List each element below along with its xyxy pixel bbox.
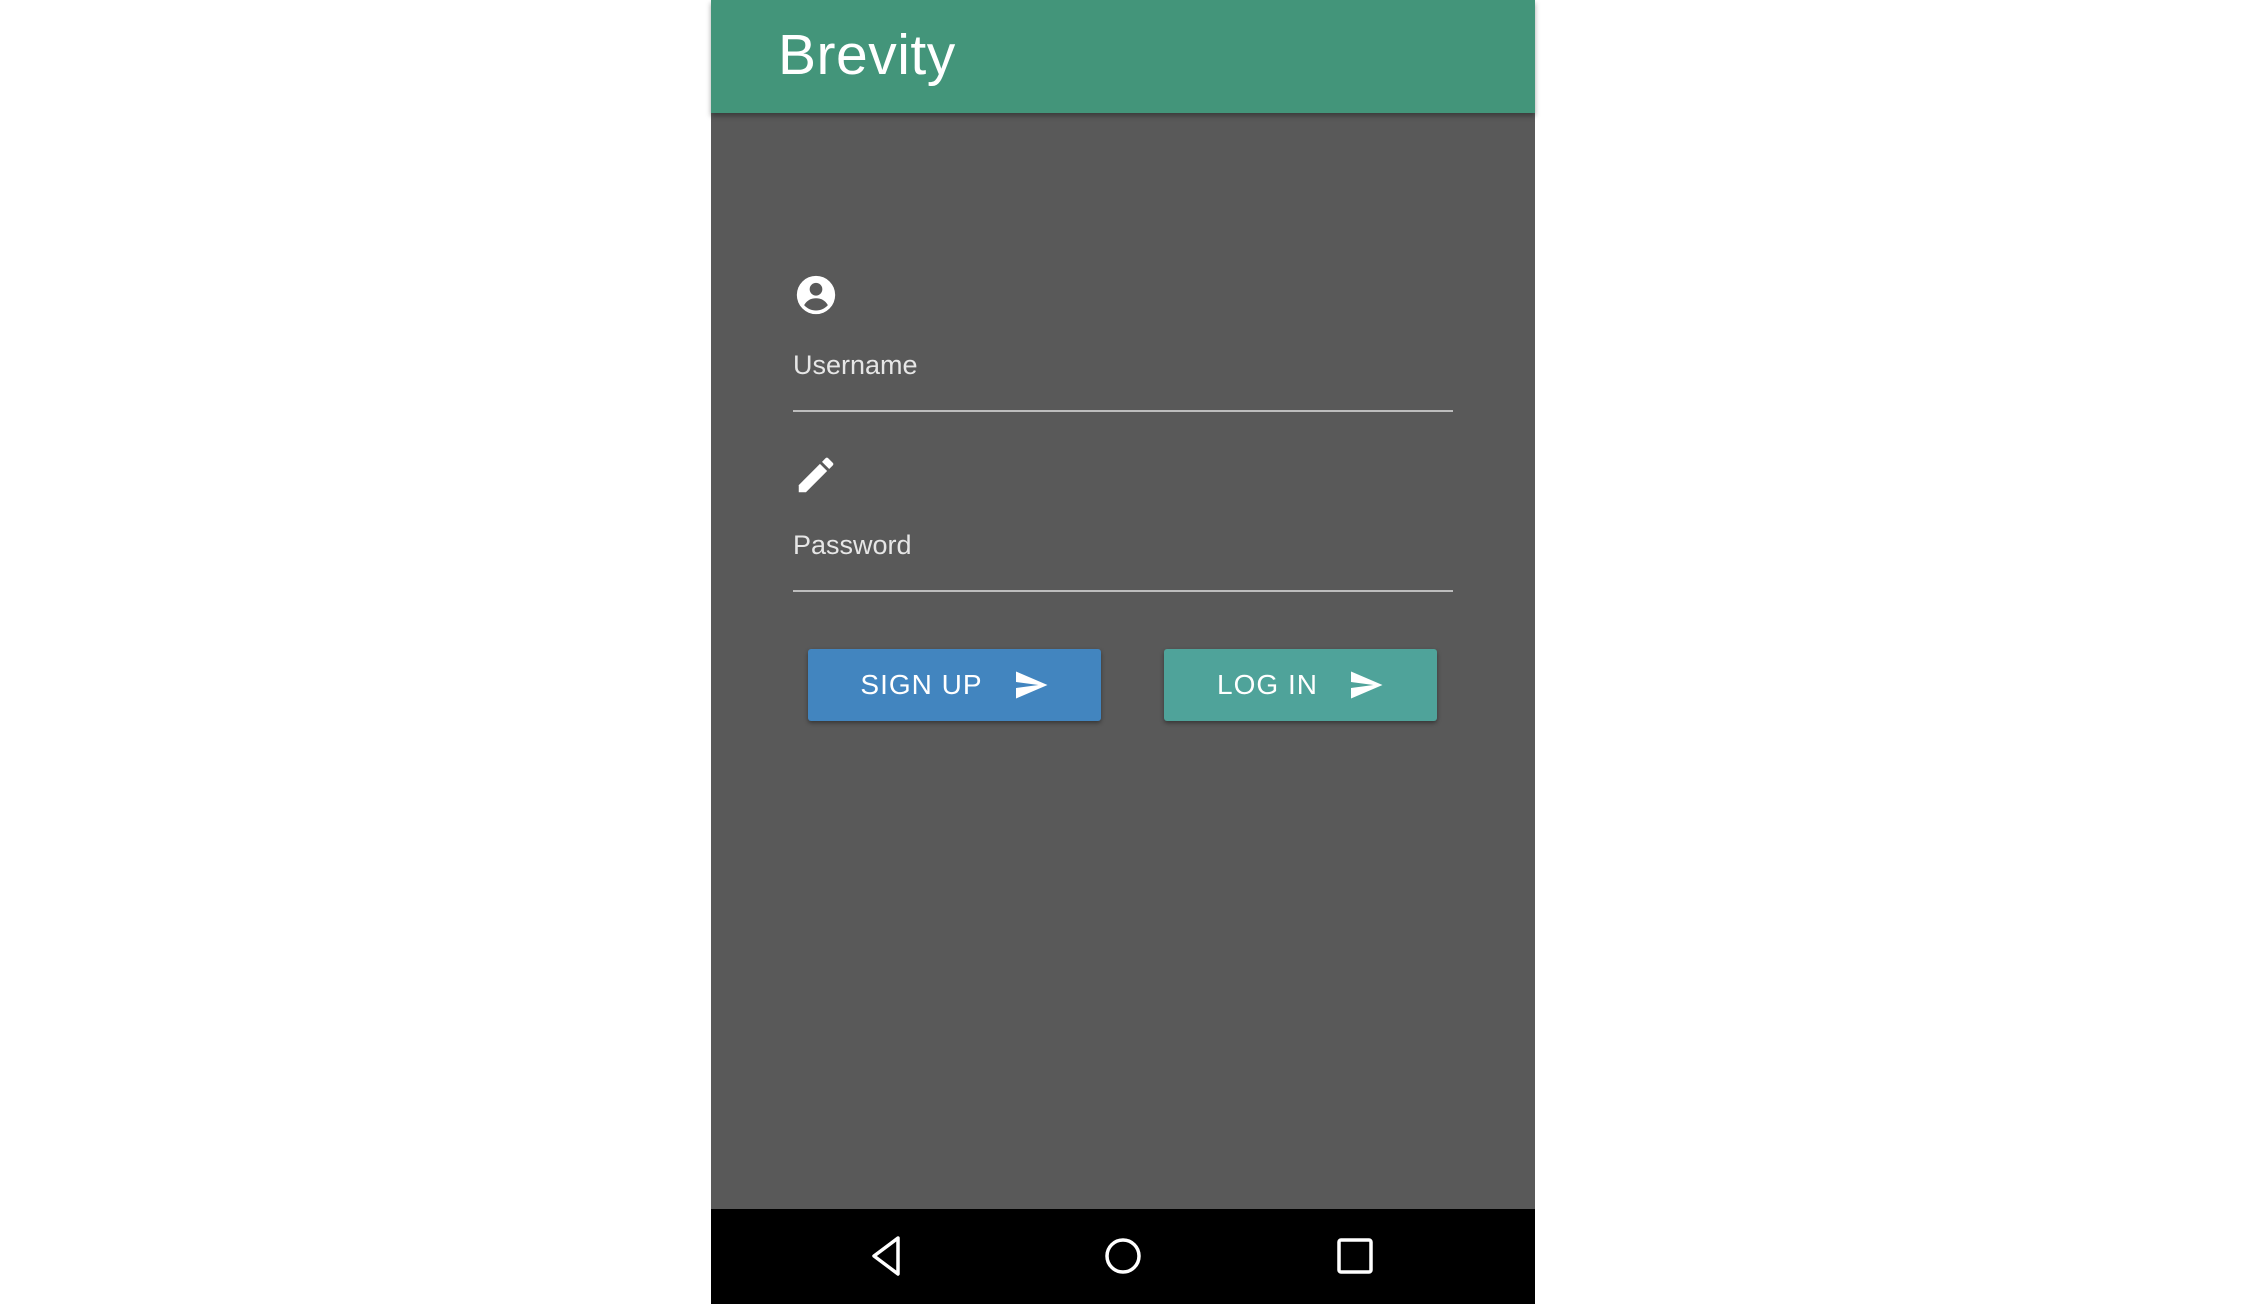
sign-up-button[interactable]: SIGN UP: [808, 649, 1101, 721]
password-input[interactable]: [793, 522, 1453, 582]
navigation-bar: [711, 1209, 1535, 1304]
send-icon: [1348, 667, 1384, 703]
account-circle-icon: [793, 272, 839, 318]
back-button[interactable]: [862, 1231, 912, 1281]
home-button[interactable]: [1098, 1231, 1148, 1281]
password-underline: [793, 590, 1453, 592]
app-bar: Brevity: [711, 0, 1535, 113]
username-field-group: Username: [793, 272, 1453, 412]
home-circle-icon: [1098, 1231, 1148, 1281]
phone-screen: Brevity Username Password SIGN UP LOG IN: [711, 0, 1535, 1304]
username-underline: [793, 410, 1453, 412]
username-input[interactable]: [793, 342, 1453, 402]
log-in-button[interactable]: LOG IN: [1164, 649, 1437, 721]
log-in-label: LOG IN: [1217, 669, 1318, 700]
password-field-group: Password: [793, 452, 1453, 592]
recents-button[interactable]: [1330, 1231, 1380, 1281]
sign-up-label: SIGN UP: [860, 669, 983, 700]
pencil-icon: [793, 452, 839, 498]
app-title: Brevity: [778, 23, 956, 87]
send-icon: [1013, 667, 1049, 703]
back-triangle-icon: [862, 1231, 912, 1281]
recents-square-icon: [1330, 1231, 1380, 1281]
